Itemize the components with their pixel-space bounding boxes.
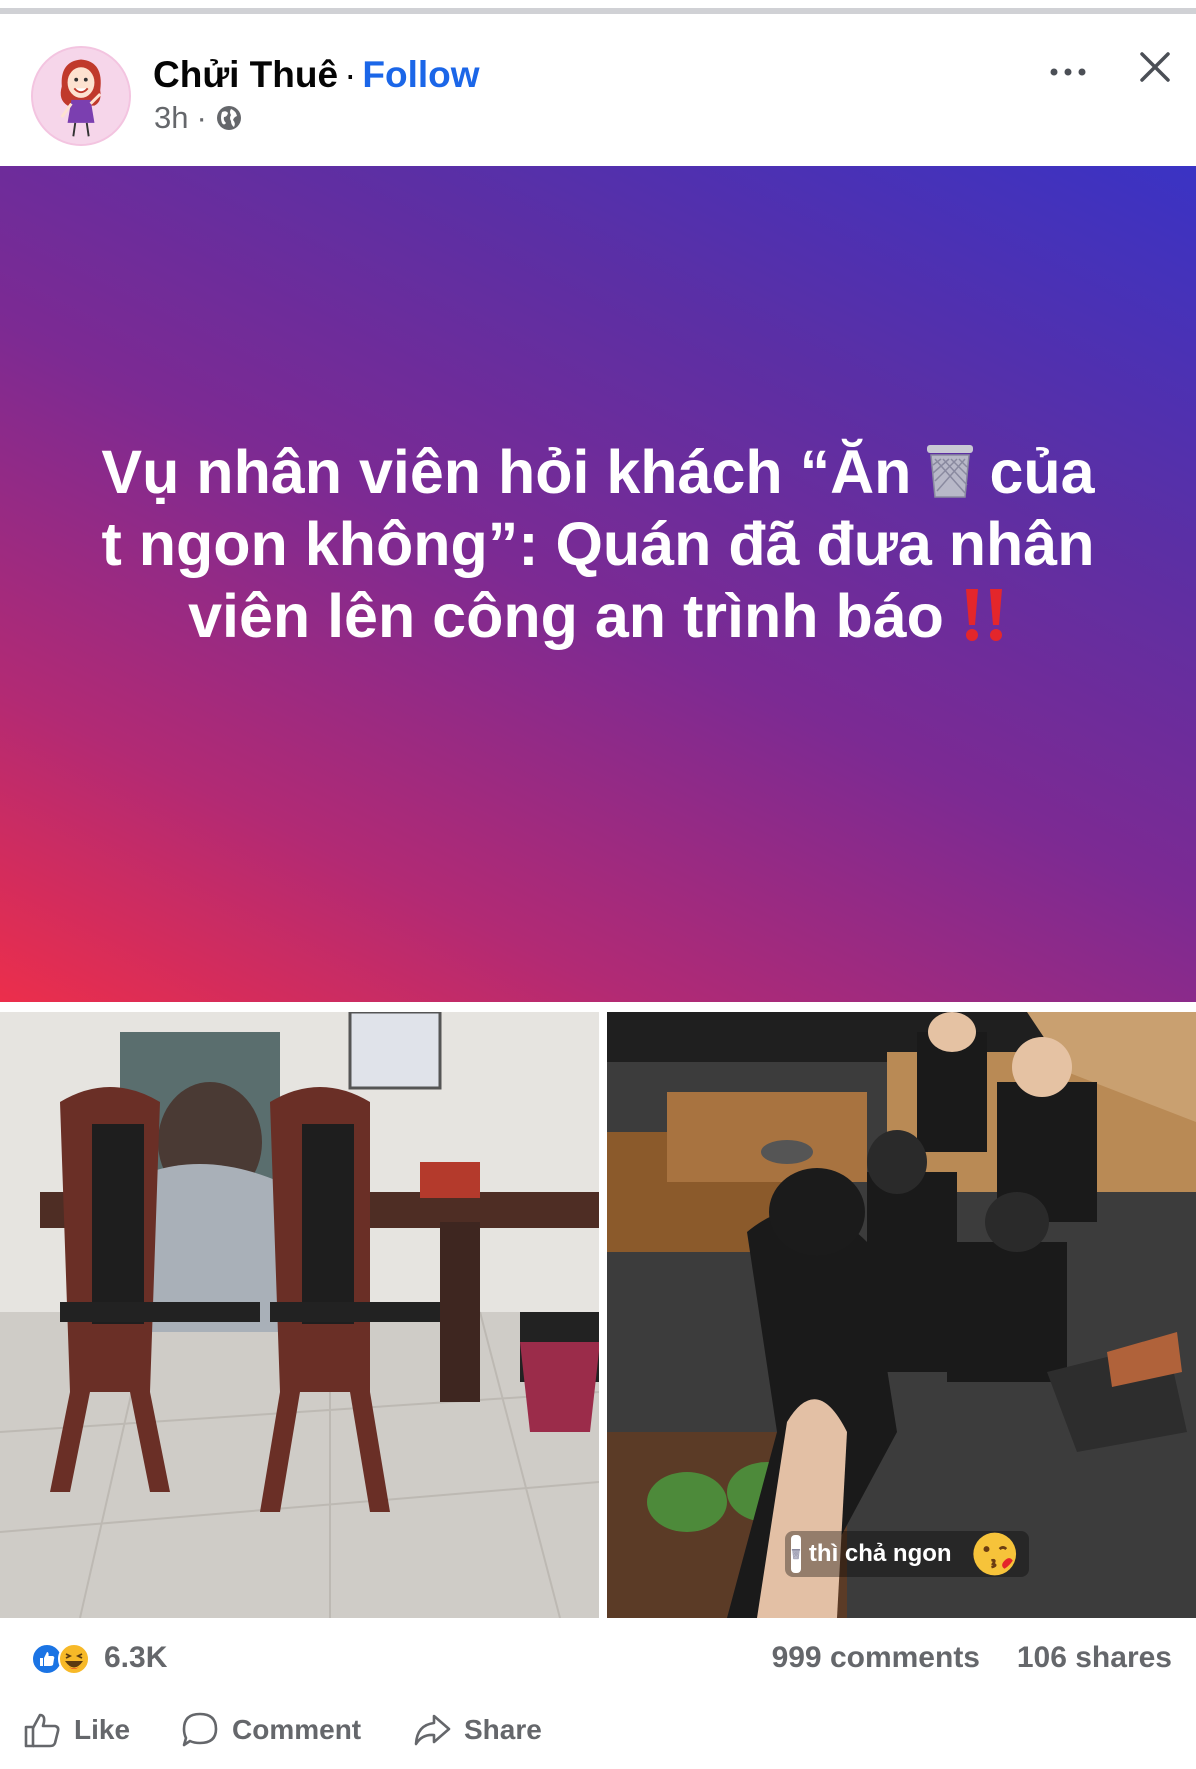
comment-bubble-icon (182, 1712, 218, 1747)
thumbs-up-icon (24, 1713, 60, 1748)
kissing-face-icon (972, 1532, 1016, 1576)
action-bar: Like Comment Share (0, 1698, 1196, 1769)
banner-line-1b: của (989, 438, 1095, 506)
banner-line-1a: Vụ nhân viên hỏi khách “Ăn (101, 438, 912, 506)
wastebasket-icon (791, 1535, 801, 1573)
share-arrow-icon (414, 1714, 451, 1746)
banner-line-3-text: viên lên công an trình báo (188, 582, 944, 650)
post-header: Chửi Thuê · Follow 3h · (0, 20, 1196, 166)
time-separator: · (196, 100, 207, 135)
name-separator: · (344, 54, 357, 95)
close-icon[interactable] (1138, 50, 1172, 84)
banner-line-1: Vụ nhân viên hỏi khách “Ăn của (40, 436, 1156, 508)
author-name[interactable]: Chửi Thuê (153, 54, 338, 95)
comment-label: Comment (232, 1714, 362, 1745)
like-icon (31, 1643, 63, 1675)
more-icon[interactable] (1048, 62, 1088, 82)
follow-button[interactable]: Follow (362, 54, 479, 95)
reaction-bar: 6.3K 999 comments 106 shares (0, 1618, 1196, 1698)
photo-caption: thì chả ngon (785, 1531, 1029, 1577)
photo-restaurant-staff[interactable]: thì chả ngon (607, 1012, 1196, 1618)
share-button[interactable]: Share (412, 1708, 542, 1752)
post-meta: 3h · (154, 100, 243, 136)
top-divider (0, 0, 1196, 14)
comment-button[interactable]: Comment (180, 1708, 361, 1752)
double-exclamation-icon (965, 589, 1002, 641)
share-label: Share (464, 1714, 542, 1745)
media-gap (0, 1002, 1196, 1012)
photo-police-office[interactable] (0, 1012, 599, 1618)
like-button[interactable]: Like (22, 1708, 130, 1752)
author-line: Chửi Thuê · Follow (153, 54, 480, 96)
comments-count[interactable]: 999 comments (772, 1641, 980, 1675)
photo-caption-text: thì chả ngon (808, 1540, 952, 1567)
shares-count[interactable]: 106 shares (1017, 1641, 1172, 1675)
author-avatar[interactable] (31, 46, 131, 146)
like-label: Like (74, 1714, 131, 1745)
text-post-banner[interactable]: Vụ nhân viên hỏi khách “Ăn của t ngon kh… (0, 166, 1196, 1002)
reaction-count[interactable]: 6.3K (104, 1641, 167, 1675)
reaction-icons[interactable] (30, 1642, 98, 1676)
haha-icon (58, 1643, 90, 1675)
post-time[interactable]: 3h (154, 100, 188, 136)
banner-text: Vụ nhân viên hỏi khách “Ăn của t ngon kh… (40, 436, 1156, 652)
banner-line-3: viên lên công an trình báo (40, 580, 1156, 652)
globe-icon (216, 106, 241, 130)
wastebasket-icon (927, 445, 974, 498)
banner-line-2: t ngon không”: Quán đã đưa nhân (101, 510, 1095, 578)
